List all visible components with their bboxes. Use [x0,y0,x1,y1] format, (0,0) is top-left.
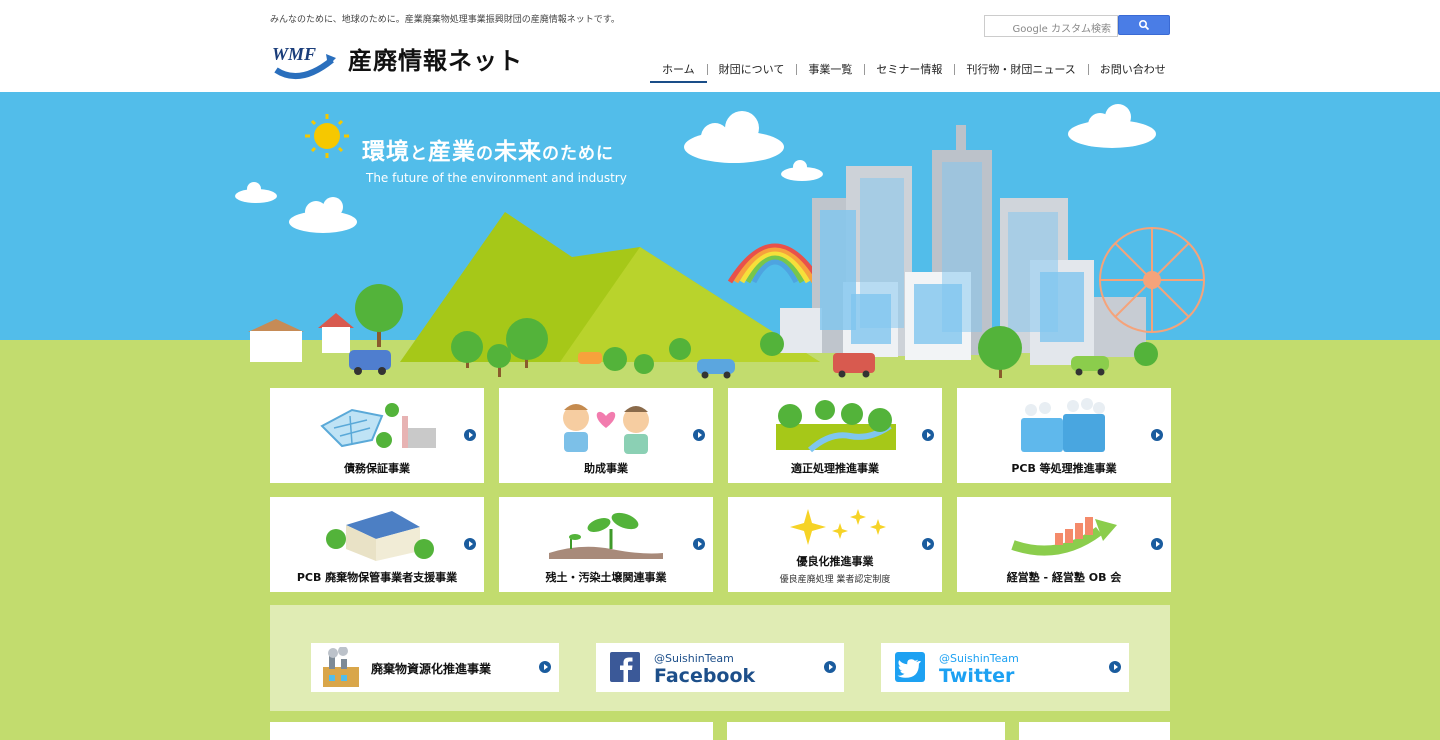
nav-publications[interactable]: 刊行物・財団ニュース [954,61,1087,77]
sprout-icon [499,505,713,563]
hero-banner: 環境と産業の未来のために The future of the environme… [0,92,1440,382]
nav-seminars[interactable]: セミナー情報 [864,61,954,77]
card-label: PCB 廃棄物保管事業者支援事業 [296,571,458,584]
twitter-link[interactable]: @SuishinTeam Twitter [881,643,1129,692]
twitter-name: Twitter [939,665,1015,687]
card-sublabel: 優良産廃処理 業者認定制度 [779,575,891,585]
arrow-icon [464,538,476,550]
ferris-wheel-icon [1099,227,1205,333]
hero-title-part-2: と [410,144,428,164]
arrow-icon [464,429,476,441]
card-excellence[interactable]: 優良化推進事業 優良産廃処理 業者認定制度 [728,497,942,592]
site-logo[interactable]: WMF 産廃情報ネット [270,34,523,82]
card-pcb[interactable]: PCB 等処理推進事業 [957,388,1171,483]
site-header: みんなのために、地球のために。産業廃棄物処理事業振興財団の産廃情報ネットです。 … [0,0,1440,92]
links-band: 廃棄物資源化推進事業 @SuishinTeam Facebook @Suishi… [270,605,1170,711]
card-label: 優良化推進事業 [796,555,874,568]
facebook-handle: @SuishinTeam [654,652,734,665]
bottom-panel [727,722,1005,740]
hero-title: 環境と産業の未来のために [362,132,614,166]
card-label: 債務保証事業 [344,462,410,475]
card-proper-disposal[interactable]: 適正処理推進事業 [728,388,942,483]
card-pcb-storage[interactable]: PCB 廃棄物保管事業者支援事業 [270,497,484,592]
hero-illustration [0,92,1440,382]
nav-projects[interactable]: 事業一覧 [796,61,864,77]
hero-title-part-6: のために [542,144,614,164]
nav-home[interactable]: ホーム [650,61,707,83]
resource-label: 廃棄物資源化推進事業 [371,662,492,676]
facebook-icon [610,652,640,682]
site-name: 産廃情報ネット [348,46,523,75]
factory-icon [270,396,484,454]
search-input[interactable]: Google カスタム検索 [984,15,1118,37]
card-debt-guarantee[interactable]: 債務保証事業 [270,388,484,483]
tagline: みんなのために、地球のために。産業廃棄物処理事業振興財団の産廃情報ネットです。 [270,15,620,25]
card-label: 適正処理推進事業 [791,462,879,475]
arrow-icon [1151,429,1163,441]
twitter-handle: @SuishinTeam [939,652,1019,665]
arrow-icon [539,661,551,673]
handshake-heart-icon [499,396,713,454]
card-resource-recovery[interactable]: 廃棄物資源化推進事業 [311,643,559,692]
nav-contact[interactable]: お問い合わせ [1087,61,1178,77]
twitter-icon [895,652,925,682]
factory-icon [319,646,363,693]
warehouse-icon [270,505,484,563]
card-soil[interactable]: 残土・汚染土壌関連事業 [499,497,713,592]
search-button[interactable] [1118,15,1170,35]
card-label: PCB 等処理推進事業 [1011,462,1117,475]
nav-about[interactable]: 財団について [706,61,797,77]
hero-subtitle: The future of the environment and indust… [366,171,627,185]
arrow-icon [922,538,934,550]
hero-title-part-3: 産業 [428,139,476,165]
card-subsidy[interactable]: 助成事業 [499,388,713,483]
hero-title-part-5: 未来 [494,139,542,165]
hero-title-part-1: 環境 [362,139,410,165]
forest-river-icon [728,396,942,454]
arrow-icon [693,429,705,441]
card-label: 経営塾 - 経営塾 OB 会 [1006,571,1122,584]
search-box: Google カスタム検索 [984,15,1170,37]
arrow-icon [824,661,836,673]
bottom-panel [1019,722,1170,740]
wmf-logo-icon: WMF [270,34,342,82]
hero-title-part-4: の [476,144,494,164]
search-icon [1138,19,1150,31]
logo-mark-text: WMF [272,44,316,64]
card-label: 残土・汚染土壌関連事業 [545,571,667,584]
arrow-icon [922,429,934,441]
arrow-icon [1151,538,1163,550]
pcb-tanks-icon [957,396,1171,454]
growth-arrow-icon [957,505,1171,563]
facebook-name: Facebook [654,665,756,687]
main-nav: ホーム 財団について 事業一覧 セミナー情報 刊行物・財団ニュース お問い合わせ [650,58,1178,83]
bottom-panel [270,722,713,740]
arrow-icon [693,538,705,550]
card-label: 助成事業 [584,462,628,475]
arrow-icon [1109,661,1121,673]
facebook-link[interactable]: @SuishinTeam Facebook [596,643,844,692]
card-management[interactable]: 経営塾 - 経営塾 OB 会 [957,497,1171,592]
